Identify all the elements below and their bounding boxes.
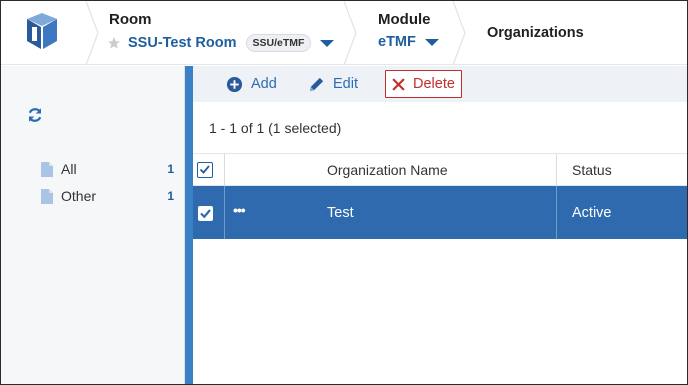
edit-button-label: Edit xyxy=(333,76,358,92)
breadcrumb-separator xyxy=(85,1,99,65)
delete-button-label: Delete xyxy=(413,76,455,92)
folder-panel: All 1 Other 1 xyxy=(1,66,185,384)
caret-down-icon[interactable] xyxy=(424,38,439,47)
refresh-icon[interactable] xyxy=(26,106,44,124)
column-header-organization-name[interactable]: Organization Name xyxy=(327,162,448,178)
folder-item-other[interactable]: Other 1 xyxy=(41,186,181,206)
room-label: Room xyxy=(109,11,152,28)
app-window: Room SSU-Test Room SSU/eTMF Module eTMF xyxy=(0,0,688,385)
module-label: Module xyxy=(378,11,431,28)
row-checkbox[interactable] xyxy=(198,206,213,221)
column-divider xyxy=(224,186,225,239)
room-badge: SSU/eTMF xyxy=(245,34,312,52)
folder-count: 1 xyxy=(167,162,174,176)
column-divider[interactable] xyxy=(556,154,557,187)
module-value[interactable]: eTMF xyxy=(378,34,416,50)
column-header-status[interactable]: Status xyxy=(572,162,612,178)
checkbox-icon xyxy=(200,209,211,219)
document-icon xyxy=(41,188,53,204)
edit-button[interactable]: Edit xyxy=(308,71,358,97)
checkbox-icon xyxy=(199,165,210,174)
table-row[interactable]: ••• Test Active xyxy=(193,186,687,239)
document-icon xyxy=(41,161,53,177)
delete-button[interactable]: Delete xyxy=(385,70,462,98)
close-x-icon xyxy=(392,77,405,91)
column-divider xyxy=(224,154,225,187)
toolbar: Add Edit Delete xyxy=(193,66,687,102)
top-bar: Room SSU-Test Room SSU/eTMF Module eTMF xyxy=(1,1,687,65)
add-circle-icon xyxy=(226,76,243,92)
folder-count: 1 xyxy=(167,189,174,203)
logo-icon xyxy=(27,13,57,49)
row-menu-button[interactable]: ••• xyxy=(233,202,246,218)
folder-item-all[interactable]: All 1 xyxy=(41,159,181,179)
pencil-icon xyxy=(309,77,324,91)
breadcrumb-separator xyxy=(343,1,357,65)
room-name[interactable]: SSU-Test Room xyxy=(128,35,237,51)
breadcrumb-separator xyxy=(452,1,466,65)
folder-label: Other xyxy=(61,188,97,204)
panel-splitter[interactable] xyxy=(185,66,193,384)
record-range-text: 1 - 1 of 1 (1 selected) xyxy=(209,120,342,136)
breadcrumb-current-page: Organizations xyxy=(487,25,584,41)
folder-label: All xyxy=(61,161,77,177)
add-button[interactable]: Add xyxy=(226,71,277,97)
star-icon[interactable] xyxy=(107,36,121,50)
organization-name-cell: Test xyxy=(327,205,354,221)
select-all-checkbox[interactable] xyxy=(197,162,213,178)
caret-down-icon[interactable] xyxy=(320,39,335,48)
room-selector[interactable]: Room SSU-Test Room SSU/eTMF xyxy=(107,11,335,52)
module-selector[interactable]: Module eTMF xyxy=(378,11,439,50)
column-divider xyxy=(556,186,557,239)
status-cell: Active xyxy=(572,205,612,221)
add-button-label: Add xyxy=(251,76,277,92)
grid-header: Organization Name Status xyxy=(193,153,687,187)
